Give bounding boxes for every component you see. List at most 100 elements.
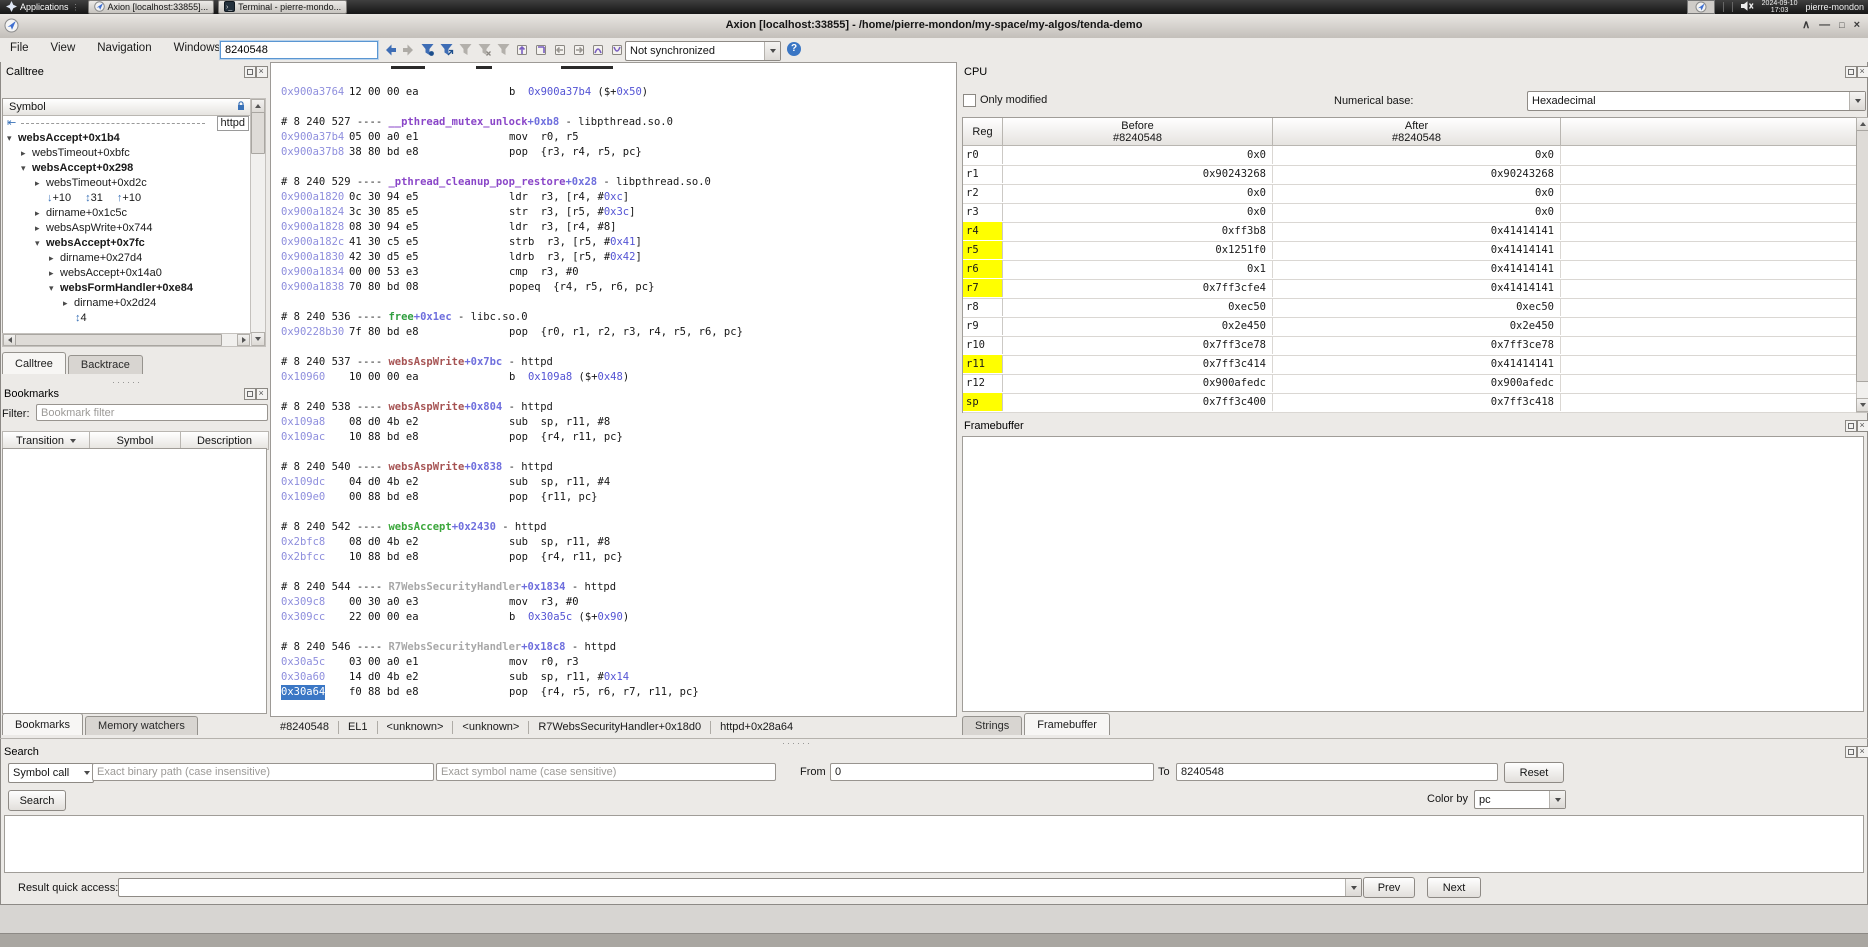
disasm-line[interactable]: 0x900a18200c 30 94 e5ldr r3, [r4, #0xc]: [271, 190, 956, 205]
framebuffer-canvas[interactable]: [962, 436, 1864, 712]
disasm-line[interactable]: 0x900a183042 30 d5 e5ldrb r3, [r5, #0x42…: [271, 250, 956, 265]
disasm-line[interactable]: 0x900a182c41 30 c5 e5strb r3, [r5, #0x41…: [271, 235, 956, 250]
splitter-handle[interactable]: ······: [112, 377, 142, 387]
calltree-column-header[interactable]: Symbol: [3, 99, 251, 116]
disasm-header[interactable]: # 8 240 529 ---- _pthread_cleanup_pop_re…: [271, 175, 956, 190]
calltree-counts-row[interactable]: ↕4: [75, 311, 101, 326]
disasm-line[interactable]: 0x30a5c03 00 a0 e1mov r0, r3: [271, 655, 956, 670]
reset-button[interactable]: Reset: [1504, 762, 1564, 783]
disasm-line[interactable]: 0x1096010 00 00 eab 0x109a8 ($+0x48): [271, 370, 956, 385]
disasm-line[interactable]: 0x109dc04 d0 4b e2sub sp, r11, #4: [271, 475, 956, 490]
prev-button[interactable]: Prev: [1363, 877, 1415, 898]
taskbar-window-axion[interactable]: Axion [localhost:33855]...: [88, 0, 215, 14]
disasm-line[interactable]: 0x109e000 88 bd e8pop {r11, pc}: [271, 490, 956, 505]
register-row-sp[interactable]: sp0x7ff3c4000x7ff3c418: [963, 393, 1856, 413]
address-input[interactable]: [220, 41, 378, 59]
frame-up-icon[interactable]: [590, 41, 607, 58]
calltree-item[interactable]: ▾websAccept+0x7fc: [35, 236, 145, 251]
framebuffer-float-icon[interactable]: [1845, 420, 1857, 432]
expand-icon[interactable]: ▸: [49, 251, 60, 266]
calltree-item[interactable]: ▸websAccept+0x14a0: [49, 266, 162, 281]
disasm-header[interactable]: # 8 240 537 ---- websAspWrite+0x7bc - ht…: [271, 355, 956, 370]
help-icon[interactable]: ?: [787, 42, 801, 56]
cpu-vthumb[interactable]: [1856, 130, 1868, 382]
only-modified-checkbox[interactable]: [963, 94, 976, 107]
disasm-line[interactable]: 0x2bfc808 d0 4b e2sub sp, r11, #8: [271, 535, 956, 550]
expand-icon[interactable]: ▸: [35, 221, 46, 236]
binary-path-input[interactable]: [92, 763, 434, 781]
back-icon[interactable]: [381, 41, 398, 58]
disasm-line[interactable]: 0x900a18243c 30 85 e5str r3, [r5, #0x3c]: [271, 205, 956, 220]
calltree-item[interactable]: ▸websTimeout+0xd2c: [35, 176, 147, 191]
calltree-close-icon[interactable]: [256, 66, 268, 78]
search-close-icon[interactable]: [1857, 746, 1868, 758]
register-row-r10[interactable]: r100x7ff3ce780x7ff3ce78: [963, 336, 1856, 356]
expand-icon[interactable]: ▸: [21, 146, 32, 161]
search-results[interactable]: [4, 815, 1864, 873]
filter-jump-icon[interactable]: [438, 41, 455, 58]
scroll-up-icon[interactable]: [1856, 117, 1868, 131]
search-mode-combo[interactable]: Symbol call: [8, 763, 94, 783]
disasm-line[interactable]: 0x309c800 30 a0 e3mov r3, #0: [271, 595, 956, 610]
calltree-vthumb[interactable]: [251, 112, 265, 154]
disasm-line[interactable]: 0x30a64f0 88 bd e8pop {r4, r5, r6, r7, r…: [271, 685, 956, 700]
close-button[interactable]: ×: [1854, 18, 1860, 33]
register-row-r7[interactable]: r70x7ff3cfe40x41414141: [963, 279, 1856, 299]
register-row-r11[interactable]: r110x7ff3c4140x41414141: [963, 355, 1856, 375]
disasm-line[interactable]: 0x900a37b405 00 a0 e1mov r0, r5: [271, 130, 956, 145]
calltree-item[interactable]: ▸websAspWrite+0x744: [35, 221, 153, 236]
disasm-header[interactable]: # 8 240 542 ---- websAccept+0x2430 - htt…: [271, 520, 956, 535]
window-prev-icon[interactable]: [552, 41, 569, 58]
color-by-combo[interactable]: pc: [1474, 790, 1566, 809]
tab-memory-watchers[interactable]: Memory watchers: [85, 716, 198, 735]
to-input[interactable]: [1176, 763, 1498, 781]
menu-view[interactable]: View: [51, 42, 76, 54]
next-button[interactable]: Next: [1427, 877, 1481, 898]
calltree-float-icon[interactable]: [244, 66, 256, 78]
register-row-r2[interactable]: r20x00x0: [963, 184, 1856, 204]
expand-icon[interactable]: ▸: [63, 296, 74, 311]
register-row-r1[interactable]: r10x902432680x90243268: [963, 165, 1856, 185]
scroll-down-icon[interactable]: [251, 332, 265, 346]
window-next-icon[interactable]: [571, 41, 588, 58]
disasm-header[interactable]: # 8 240 536 ---- free+0x1ec - libc.so.0: [271, 310, 956, 325]
scroll-down-icon[interactable]: [1856, 398, 1868, 412]
disasm-header[interactable]: # 8 240 544 ---- R7WebsSecurityHandler+0…: [271, 580, 956, 595]
from-input[interactable]: [830, 763, 1154, 781]
disasm-line[interactable]: 0x30a6014 d0 4b e2sub sp, r11, #0x14: [271, 670, 956, 685]
frame-down-icon[interactable]: [609, 41, 626, 58]
bookmarks-close-icon[interactable]: [256, 388, 268, 400]
disassembly-view[interactable]: 0x900a376412 00 00 eab 0x900a37b4 ($+0x5…: [270, 62, 957, 717]
pin-icon[interactable]: [236, 101, 246, 114]
calltree-item[interactable]: ▸dirname+0x27d4: [49, 251, 142, 266]
cpu-float-icon[interactable]: [1845, 66, 1857, 78]
disasm-line[interactable]: 0x900a37b838 80 bd e8pop {r3, r4, r5, pc…: [271, 145, 956, 160]
shade-button[interactable]: ∧: [1802, 18, 1810, 33]
disasm-line[interactable]: 0x2bfcc10 88 bd e8pop {r4, r11, pc}: [271, 550, 956, 565]
applications-menu[interactable]: Applications ⋮: [0, 1, 86, 14]
minimize-button[interactable]: —: [1819, 18, 1830, 33]
before-column-header[interactable]: Before#8240548: [1003, 118, 1273, 146]
expand-icon[interactable]: ▸: [35, 206, 46, 221]
disasm-line[interactable]: 0x900a376412 00 00 eab 0x900a37b4 ($+0x5…: [271, 85, 956, 100]
forward-icon[interactable]: [400, 41, 417, 58]
register-row-r12[interactable]: r120x900afedc0x900afedc: [963, 374, 1856, 394]
tab-framebuffer[interactable]: Framebuffer: [1024, 713, 1110, 735]
collapse-icon[interactable]: ▾: [35, 236, 46, 251]
scroll-up-icon[interactable]: [251, 99, 265, 113]
result-quick-access-combo[interactable]: [118, 878, 1362, 897]
menu-windows[interactable]: Windows: [174, 42, 221, 54]
calltree-hthumb[interactable]: [15, 334, 222, 346]
collapse-icon[interactable]: ▾: [21, 161, 32, 176]
calltree-item[interactable]: ▸dirname+0x1c5c: [35, 206, 127, 221]
expand-icon[interactable]: ▸: [49, 266, 60, 281]
calltree-item[interactable]: ▾websAccept+0x1b4: [7, 131, 120, 146]
tab-backtrace[interactable]: Backtrace: [68, 355, 143, 374]
taskbar-window-terminal[interactable]: ›_Terminal - pierre-mondo...: [218, 0, 347, 14]
symbol-name-input[interactable]: [436, 763, 776, 781]
register-row-r4[interactable]: r40xff3b80x41414141: [963, 222, 1856, 242]
calltree-item[interactable]: ▸websTimeout+0xbfc: [21, 146, 130, 161]
calltree-item[interactable]: ▾websAccept+0x298: [21, 161, 133, 176]
after-column-header[interactable]: After#8240548: [1273, 118, 1561, 146]
tab-calltree[interactable]: Calltree: [2, 352, 66, 374]
